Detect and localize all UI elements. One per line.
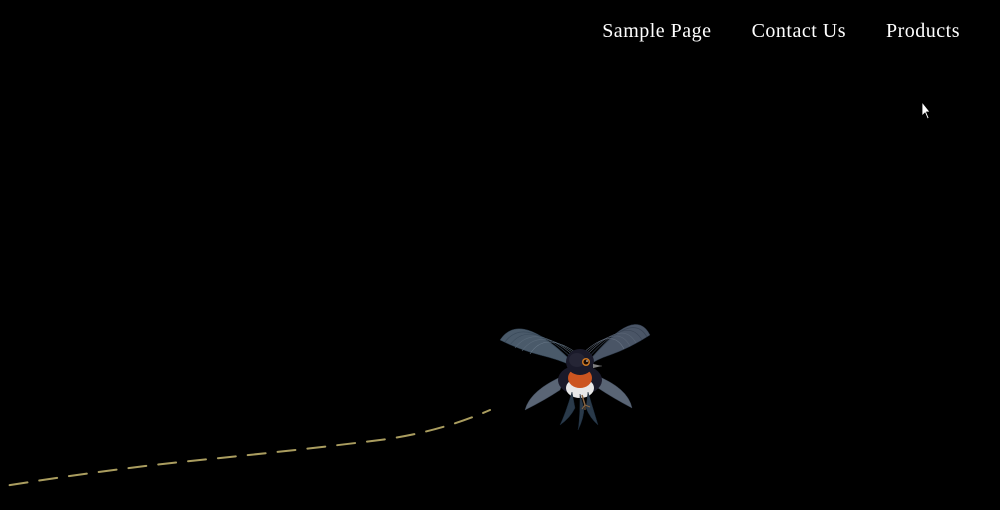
- main-nav: Sample Page Contact Us Products: [562, 0, 1000, 63]
- bird-illustration: [480, 290, 680, 450]
- nav-link-contact-us[interactable]: Contact Us: [752, 20, 846, 43]
- flight-path: [0, 310, 1000, 510]
- nav-link-sample-page[interactable]: Sample Page: [602, 20, 711, 43]
- nav-link-products[interactable]: Products: [886, 20, 960, 43]
- mouse-cursor: [922, 102, 934, 120]
